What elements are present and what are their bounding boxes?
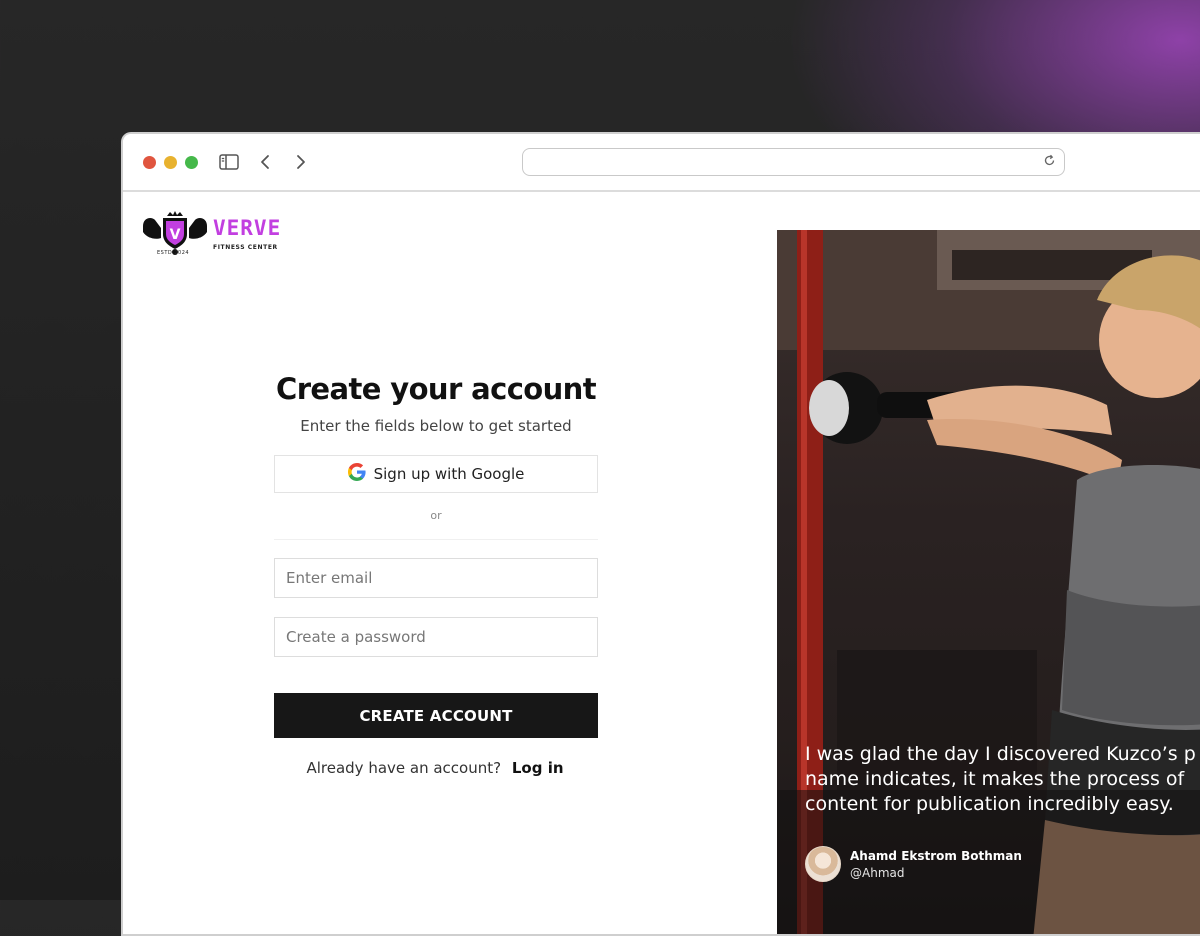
minimize-window-button[interactable] <box>164 156 177 169</box>
avatar <box>805 846 841 882</box>
author-handle: @Ahmad <box>850 866 905 880</box>
divider <box>274 539 598 540</box>
or-separator: or <box>430 509 442 522</box>
email-field[interactable] <box>274 558 598 598</box>
google-icon <box>347 462 366 486</box>
browser-window: V VERVE FITNESS CENTER ESTD 2024 Create … <box>121 132 1200 936</box>
quote-line: I was glad the day I discovered Kuzco’s … <box>805 743 1196 765</box>
browser-toolbar <box>123 134 1200 192</box>
hero-image-panel: I was glad the day I discovered Kuzco’s … <box>777 230 1200 934</box>
close-window-button[interactable] <box>143 156 156 169</box>
address-bar[interactable] <box>522 148 1065 176</box>
reload-icon[interactable] <box>1043 154 1056 172</box>
signup-form: Create your account Enter the fields bel… <box>274 372 598 777</box>
back-icon[interactable] <box>253 150 277 174</box>
page-content: V VERVE FITNESS CENTER ESTD 2024 Create … <box>123 192 1200 934</box>
brand-logo[interactable]: V VERVE FITNESS CENTER ESTD 2024 <box>141 210 301 260</box>
create-account-button[interactable]: CREATE ACCOUNT <box>274 693 598 738</box>
password-field[interactable] <box>274 617 598 657</box>
maximize-window-button[interactable] <box>185 156 198 169</box>
page-subtitle: Enter the fields below to get started <box>300 417 572 435</box>
page-title: Create your account <box>276 372 597 406</box>
google-signup-button[interactable]: Sign up with Google <box>274 455 598 493</box>
testimonial-quote: I was glad the day I discovered Kuzco’s … <box>805 742 1200 817</box>
svg-text:V: V <box>170 227 181 243</box>
gym-photo-image <box>777 230 1200 934</box>
logo-estd: ESTD 2024 <box>157 250 190 256</box>
quote-line: content for publication incredibly easy. <box>805 793 1174 815</box>
sidebar-icon[interactable] <box>217 150 241 174</box>
logo-tagline: FITNESS CENTER <box>213 244 278 251</box>
forward-icon[interactable] <box>289 150 313 174</box>
login-link[interactable]: Log in <box>512 759 564 777</box>
google-signup-label: Sign up with Google <box>373 465 525 483</box>
logo-wordmark: VERVE <box>213 216 282 240</box>
quote-line: name indicates, it makes the process of <box>805 768 1185 790</box>
login-prompt-text: Already have an account? <box>306 759 502 777</box>
author-name: Ahamd Ekstrom Bothman <box>850 849 1022 863</box>
login-prompt-row: Already have an account? Log in <box>274 759 598 777</box>
